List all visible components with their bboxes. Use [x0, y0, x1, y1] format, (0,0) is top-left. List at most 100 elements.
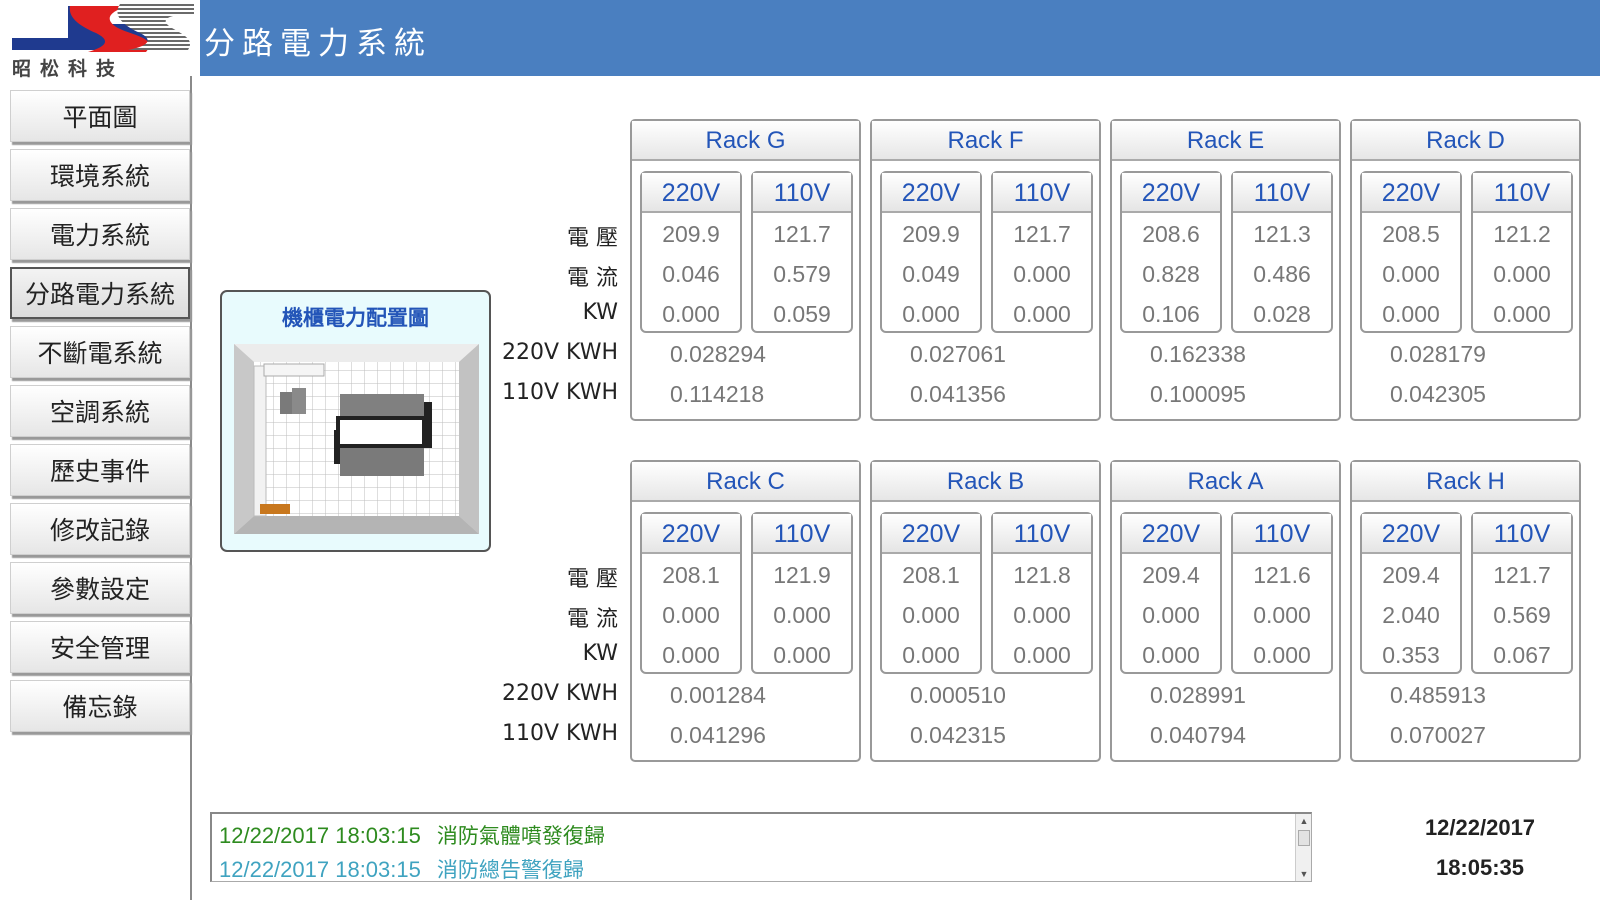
scroll-up-icon[interactable]: ▲ [1296, 814, 1312, 828]
current-value: 0.000 [662, 602, 720, 628]
row-label-kw: KW [582, 300, 618, 325]
voltage-value: 121.7 [773, 221, 831, 247]
voltage-column-110v: 110V 121.8 0.000 0.000 [991, 512, 1093, 674]
kw-value: 0.000 [1382, 301, 1440, 327]
column-header-220v: 220V [882, 173, 980, 213]
current-value: 0.486 [1253, 261, 1311, 287]
room-floorplan-image[interactable] [234, 344, 479, 534]
sidebar-item-branch-power[interactable]: 分路電力系統 [10, 267, 190, 319]
column-header-110v: 110V [993, 514, 1091, 554]
kw-value: 0.028 [1253, 301, 1311, 327]
sidebar-item-floor-plan[interactable]: 平面圖 [10, 90, 190, 142]
current-value: 0.000 [1382, 261, 1440, 287]
rack-panel[interactable]: Rack E 220V 208.6 0.828 0.106 110V 121.3… [1110, 119, 1341, 421]
column-header-220v: 220V [1122, 514, 1220, 554]
rack-panel[interactable]: Rack G 220V 209.9 0.046 0.000 110V 121.7… [630, 119, 861, 421]
row-label-kw: KW [582, 641, 618, 666]
rack-panel[interactable]: Rack D 220V 208.5 0.000 0.000 110V 121.2… [1350, 119, 1581, 421]
column-header-110v: 110V [753, 173, 851, 213]
kwh-220v-value: 0.028179 [1390, 341, 1486, 367]
clock-time: 18:05:35 [1435, 855, 1525, 880]
kwh-110v-value: 0.041296 [670, 722, 766, 748]
row-label-110v-kwh: 110V KWH [502, 380, 618, 405]
sidebar-item-security[interactable]: 安全管理 [10, 621, 190, 673]
current-value: 0.000 [1142, 602, 1200, 628]
kwh-110v-value: 0.041356 [910, 381, 1006, 407]
rack-power-layout-card[interactable]: 機櫃電力配置圖 [220, 290, 491, 552]
kwh-110v-value: 0.114218 [670, 381, 765, 407]
current-value: 0.049 [902, 261, 960, 287]
column-header-110v: 110V [1233, 173, 1331, 213]
row-label-110v-kwh: 110V KWH [502, 721, 618, 746]
rack-panel[interactable]: Rack A 220V 209.4 0.000 0.000 110V 121.6… [1110, 460, 1341, 762]
rack-panel[interactable]: Rack H 220V 209.4 2.040 0.353 110V 121.7… [1350, 460, 1581, 762]
row-label-current: 電 流 [567, 607, 618, 632]
voltage-value: 121.2 [1493, 221, 1551, 247]
kw-value: 0.353 [1382, 642, 1440, 668]
event-item: 12/22/2017 18:03:15 消防總告警復歸 [219, 854, 584, 884]
column-header-110v: 110V [993, 173, 1091, 213]
kw-value: 0.059 [773, 301, 831, 327]
kw-value: 0.000 [1013, 301, 1071, 327]
company-logo[interactable]: 昭松科技 [8, 0, 194, 80]
sidebar-item-change-log[interactable]: 修改記錄 [10, 503, 190, 555]
sidebar-item-ups[interactable]: 不斷電系統 [10, 326, 190, 378]
kw-value: 0.067 [1493, 642, 1551, 668]
rack-panel[interactable]: Rack C 220V 208.1 0.000 0.000 110V 121.9… [630, 460, 861, 762]
column-header-110v: 110V [1233, 514, 1331, 554]
voltage-value: 208.5 [1382, 221, 1440, 247]
voltage-value: 209.9 [662, 221, 720, 247]
kw-value: 0.000 [662, 301, 720, 327]
voltage-column-220v: 220V 209.4 0.000 0.000 [1120, 512, 1222, 674]
event-log[interactable]: 12/22/2017 18:03:15 消防氣體噴發復歸 12/22/2017 1… [210, 812, 1312, 882]
voltage-column-220v: 220V 209.9 0.046 0.000 [640, 171, 742, 333]
voltage-column-110v: 110V 121.7 0.569 0.067 [1471, 512, 1573, 674]
rack-panel[interactable]: Rack F 220V 209.9 0.049 0.000 110V 121.7… [870, 119, 1101, 421]
sidebar-item-memo[interactable]: 備忘錄 [10, 680, 190, 732]
event-log-scrollbar[interactable]: ▲ ▼ [1295, 814, 1311, 881]
voltage-value: 209.9 [902, 221, 960, 247]
voltage-value: 121.9 [773, 562, 831, 588]
header: 昭松科技 分路電力系統 [0, 0, 1600, 80]
voltage-value: 208.1 [902, 562, 960, 588]
rack-panel[interactable]: Rack B 220V 208.1 0.000 0.000 110V 121.8… [870, 460, 1101, 762]
column-header-220v: 220V [1362, 173, 1460, 213]
voltage-value: 208.6 [1142, 221, 1200, 247]
event-timestamp: 12/22/2017 18:03:15 [219, 857, 421, 882]
scroll-thumb[interactable] [1298, 830, 1310, 846]
sidebar-item-history[interactable]: 歷史事件 [10, 444, 190, 496]
kw-value: 0.000 [1493, 301, 1551, 327]
kw-value: 0.000 [662, 642, 720, 668]
rack-title: Rack G [632, 121, 859, 161]
sidebar: 平面圖 環境系統 電力系統 分路電力系統 不斷電系統 空調系統 歷史事件 修改記… [0, 76, 192, 900]
kw-value: 0.000 [1253, 642, 1311, 668]
voltage-column-220v: 220V 208.5 0.000 0.000 [1360, 171, 1462, 333]
kwh-220v-value: 0.028294 [670, 341, 766, 367]
voltage-column-110v: 110V 121.9 0.000 0.000 [751, 512, 853, 674]
current-value: 0.569 [1493, 602, 1551, 628]
sidebar-item-settings[interactable]: 參數設定 [10, 562, 190, 614]
row-label-220v-kwh: 220V KWH [502, 681, 618, 706]
voltage-value: 208.1 [662, 562, 720, 588]
column-header-220v: 220V [1362, 514, 1460, 554]
title-bar: 分路電力系統 [200, 0, 1600, 76]
rack-title: Rack D [1352, 121, 1579, 161]
voltage-column-110v: 110V 121.6 0.000 0.000 [1231, 512, 1333, 674]
kw-value: 0.000 [773, 642, 831, 668]
row-label-voltage: 電 壓 [567, 567, 618, 592]
row-label-220v-kwh: 220V KWH [502, 340, 618, 365]
current-value: 2.040 [1382, 602, 1440, 628]
sidebar-item-hvac[interactable]: 空調系統 [10, 385, 190, 437]
scroll-down-icon[interactable]: ▼ [1296, 867, 1312, 881]
rack-title: Rack H [1352, 462, 1579, 502]
sidebar-item-environment[interactable]: 環境系統 [10, 149, 190, 201]
voltage-value: 209.4 [1382, 562, 1440, 588]
kwh-220v-value: 0.028991 [1150, 682, 1246, 708]
voltage-value: 121.7 [1013, 221, 1071, 247]
rack-title: Rack B [872, 462, 1099, 502]
current-value: 0.000 [1013, 261, 1071, 287]
row-label-current: 電 流 [567, 266, 618, 291]
sidebar-item-power[interactable]: 電力系統 [10, 208, 190, 260]
current-value: 0.579 [773, 261, 831, 287]
kwh-110v-value: 0.040794 [1150, 722, 1246, 748]
